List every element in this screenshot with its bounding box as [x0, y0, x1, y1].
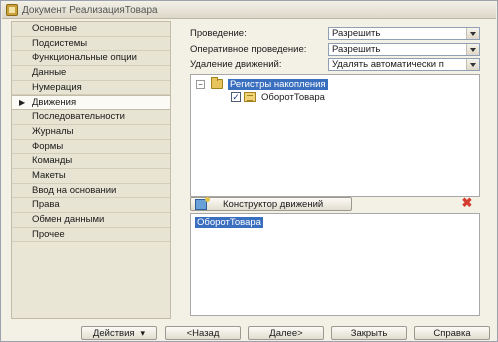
nav-item-label: Обмен данными	[32, 213, 105, 225]
constructor-label: Конструктор движений	[223, 198, 324, 210]
movements-panel: Проведение: Разрешить Оперативное провед…	[182, 21, 486, 321]
posting-value: Разрешить	[332, 27, 381, 39]
nav-item-podsistemy[interactable]: Подсистемы	[12, 36, 170, 52]
nav-item-templates[interactable]: Макеты	[12, 168, 170, 184]
nav-item-label: Прочее	[32, 228, 65, 240]
help-label: Справка	[433, 327, 471, 339]
help-button[interactable]: Справка	[414, 326, 490, 340]
nav-item-journals[interactable]: Журналы	[12, 124, 170, 140]
posting-label: Проведение:	[190, 27, 247, 39]
delete-icon[interactable]: ✖	[461, 196, 473, 209]
active-marker-icon: ▶	[19, 98, 26, 108]
nav-item-label: Данные	[32, 67, 67, 79]
back-button[interactable]: <Назад	[165, 326, 241, 340]
nav-item-label: Последовательности	[32, 111, 125, 123]
nav-item-data-exchange[interactable]: Обмен данными	[12, 212, 170, 228]
next-label: Далее>	[269, 327, 303, 339]
nav-item-commands[interactable]: Команды	[12, 154, 170, 169]
nav-item-numbering[interactable]: Нумерация	[12, 80, 170, 96]
document-window: Документ РеализацияТовара Основные Подси…	[0, 0, 498, 342]
list-item[interactable]: ОборотТовара	[195, 217, 263, 228]
realtime-posting-value: Разрешить	[332, 43, 381, 55]
realtime-posting-row: Оперативное проведение: Разрешить	[190, 42, 480, 56]
deletion-select[interactable]: Удалять автоматически п	[328, 57, 480, 71]
window-title: Документ РеализацияТовара	[22, 4, 158, 16]
next-button[interactable]: Далее>	[248, 326, 324, 340]
back-label: <Назад	[186, 327, 220, 339]
nav-item-forms[interactable]: Формы	[12, 139, 170, 155]
nav-item-label: Основные	[32, 23, 78, 34]
actions-button[interactable]: Действия ▾	[81, 326, 157, 340]
realtime-posting-label: Оперативное проведение:	[190, 43, 307, 55]
actions-label: Действия	[92, 327, 135, 339]
folder-icon	[211, 77, 223, 89]
close-button[interactable]: Закрыть	[331, 326, 407, 340]
nav-item-label: Команды	[32, 155, 73, 167]
sections-nav: Основные Подсистемы Функциональные опции…	[11, 21, 171, 319]
nav-item-label: Макеты	[32, 169, 66, 181]
chevron-down-icon[interactable]	[466, 43, 479, 55]
movements-constructor-button[interactable]: Конструктор движений	[190, 196, 352, 211]
nav-item-movements[interactable]: ▶ Движения	[12, 95, 170, 111]
deletion-value: Удалять автоматически п	[332, 58, 444, 70]
nav-item-label: Движения	[32, 97, 77, 109]
nav-item-label: Подсистемы	[32, 37, 88, 49]
deletion-row: Удаление движений: Удалять автоматически…	[190, 57, 480, 71]
register-checkbox[interactable]: ✓	[231, 92, 241, 102]
tree-node-accumulation-registers[interactable]: − Регистры накопления	[196, 77, 328, 90]
posting-select[interactable]: Разрешить	[328, 26, 480, 40]
register-icon	[244, 92, 256, 102]
registers-tree[interactable]: − Регистры накопления ✓ ОборотТовара	[190, 74, 480, 197]
document-icon	[6, 4, 18, 16]
nav-item-sequences[interactable]: Последовательности	[12, 110, 170, 125]
title-bar: Документ РеализацияТовара	[2, 2, 496, 19]
nav-item-rights[interactable]: Права	[12, 198, 170, 213]
nav-item-label: Нумерация	[32, 81, 82, 93]
movements-list[interactable]: ОборотТовара	[190, 213, 480, 316]
realtime-posting-select[interactable]: Разрешить	[328, 42, 480, 56]
nav-item-functional-options[interactable]: Функциональные опции	[12, 51, 170, 67]
close-label: Закрыть	[350, 327, 388, 339]
nav-item-osnovnye[interactable]: Основные	[12, 22, 170, 37]
tree-node-turnover[interactable]: ✓ ОборотТовара	[231, 91, 325, 103]
nav-item-label: Права	[32, 199, 60, 211]
nav-item-label: Формы	[32, 140, 64, 152]
constructor-wand-icon	[195, 196, 210, 210]
posting-row: Проведение: Разрешить	[190, 26, 480, 40]
collapse-icon[interactable]: −	[196, 79, 205, 89]
chevron-down-icon[interactable]	[466, 58, 479, 70]
nav-item-other[interactable]: Прочее	[12, 227, 170, 243]
nav-item-data[interactable]: Данные	[12, 66, 170, 81]
chevron-down-icon[interactable]	[466, 27, 479, 39]
chevron-down-icon: ▾	[140, 327, 146, 338]
nav-item-label: Журналы	[32, 125, 74, 137]
nav-item-label: Функциональные опции	[32, 52, 137, 64]
nav-item-label: Ввод на основании	[32, 184, 117, 196]
nav-item-input-on-basis[interactable]: Ввод на основании	[12, 183, 170, 199]
tree-node-label: ОборотТовара	[261, 91, 325, 103]
tree-node-label: Регистры накопления	[228, 78, 328, 90]
deletion-label: Удаление движений:	[190, 58, 282, 70]
